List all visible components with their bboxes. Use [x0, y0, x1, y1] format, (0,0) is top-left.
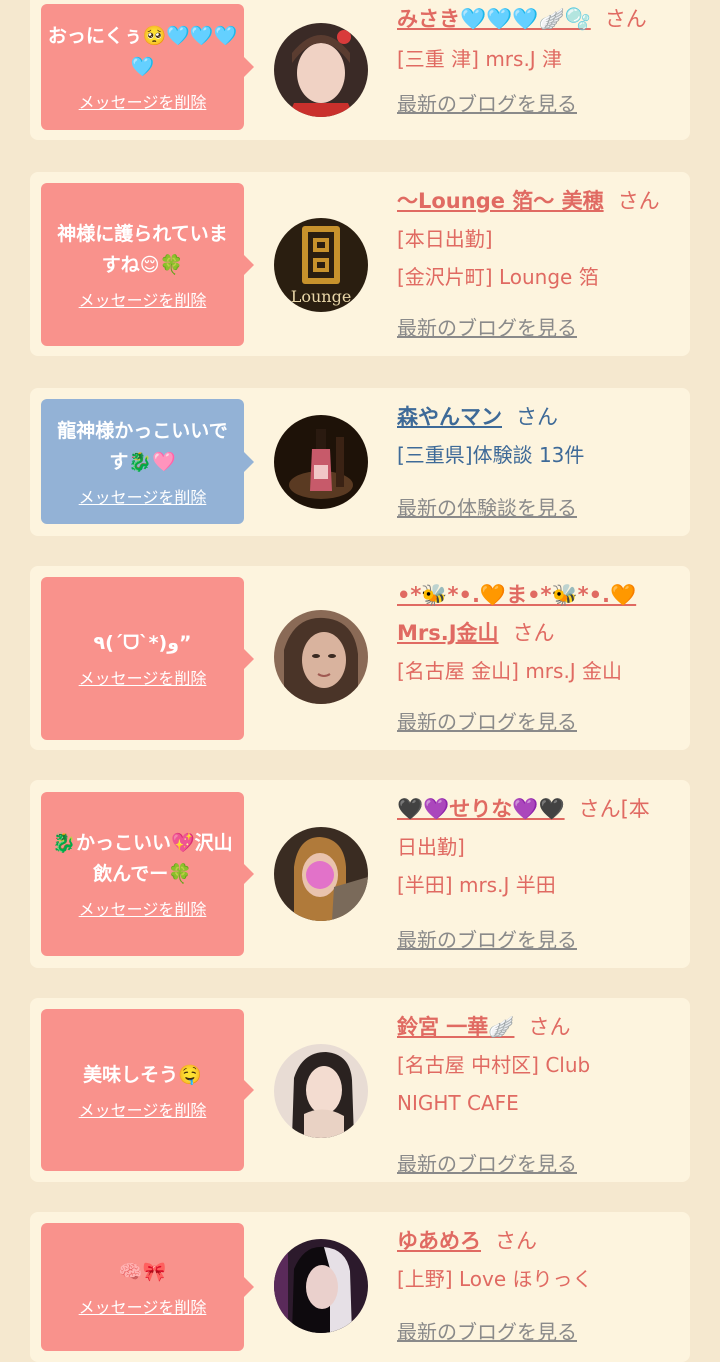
avatar[interactable]: Lounge	[274, 218, 368, 312]
latest-blog-link[interactable]: 最新のブログを見る	[397, 1316, 577, 1345]
delete-message-link[interactable]: メッセージを削除	[79, 665, 207, 689]
user-name-link[interactable]: 🖤💜せりな💜🖤	[397, 797, 565, 821]
card-info: 🖤💜せりな💜🖤 さん[本 日出勤] [半田] mrs.J 半田 最新のブログを見る	[397, 790, 687, 952]
avatar[interactable]	[274, 23, 368, 117]
user-name-link-continued[interactable]: Mrs.J金山	[397, 621, 499, 645]
message-bubble: 神様に護られていますね😌🍀 メッセージを削除	[41, 183, 254, 346]
latest-blog-link[interactable]: 最新のブログを見る	[397, 88, 577, 117]
name-line: 鈴宮 一華🪽 さん	[397, 1008, 687, 1046]
latest-blog-link[interactable]: 最新のブログを見る	[397, 706, 577, 735]
name-line: 〜Lounge 箔〜 美穂 さん	[397, 182, 687, 220]
name-line: 森やんマン さん	[397, 398, 687, 436]
message-text: 龍神様かっこいいです🐉🩷	[57, 419, 228, 473]
delete-message-link[interactable]: メッセージを削除	[79, 1097, 207, 1121]
message-bubble: おっにくぅ🥺🩵🩵🩵🩵 メッセージを削除	[41, 4, 254, 130]
card-info: 森やんマン さん [三重県]体験談 13件 最新の体験談を見る	[397, 398, 687, 520]
message-card: ٩(ˊᗜˋ*)و” メッセージを削除 •*🐝*•.🧡ま•*🐝*•.🧡 Mrs.J…	[30, 566, 690, 750]
delete-message-link[interactable]: メッセージを削除	[79, 484, 207, 508]
message-text: おっにくぅ🥺🩵🩵🩵🩵	[47, 25, 238, 78]
message-list: おっにくぅ🥺🩵🩵🩵🩵 メッセージを削除 みさき🩵🩵🩵🪽🫧 さん [三重 津] mr…	[0, 0, 720, 1362]
detail-line: [三重 津] mrs.J 津	[397, 47, 563, 71]
name-line: みさき🩵🩵🩵🪽🫧 さん	[397, 0, 687, 38]
message-bubble: 🧠🎀 メッセージを削除	[41, 1223, 254, 1351]
card-info: 鈴宮 一華🪽 さん [名古屋 中村区] Club NIGHT CAFE 最新のブロ…	[397, 1008, 687, 1176]
card-info: •*🐝*•.🧡ま•*🐝*•.🧡 Mrs.J金山 さん [名古屋 金山] mrs.J…	[397, 576, 687, 734]
message-text: 美味しそう🤤	[83, 1063, 202, 1086]
honorific: さん	[604, 7, 647, 31]
latest-blog-link[interactable]: 最新のブログを見る	[397, 312, 577, 341]
detail-line: [三重県]体験談 13件	[397, 443, 585, 467]
avatar[interactable]	[274, 827, 368, 921]
honorific: さん	[512, 621, 555, 645]
message-card: おっにくぅ🥺🩵🩵🩵🩵 メッセージを削除 みさき🩵🩵🩵🪽🫧 さん [三重 津] mr…	[30, 0, 690, 140]
honorific: さん	[495, 1229, 537, 1253]
detail-line: [金沢片町] Lounge 箔	[397, 265, 599, 289]
message-bubble: 美味しそう🤤 メッセージを削除	[41, 1009, 254, 1171]
user-name-link[interactable]: 鈴宮 一華🪽	[397, 1015, 514, 1039]
message-bubble: ٩(ˊᗜˋ*)و” メッセージを削除	[41, 577, 254, 740]
user-name-link[interactable]: みさき🩵🩵🩵🪽🫧	[397, 7, 591, 31]
card-info: みさき🩵🩵🩵🪽🫧 さん [三重 津] mrs.J 津 最新のブログを見る	[397, 0, 687, 116]
message-card: 神様に護られていますね😌🍀 メッセージを削除 Lounge 〜Lounge 箔〜…	[30, 172, 690, 356]
user-name-link[interactable]: 〜Lounge 箔〜 美穂	[397, 189, 604, 213]
message-card: 🐉かっこいい💖沢山飲んでー🍀 メッセージを削除 🖤💜せりな💜🖤 さん[本 日出勤]…	[30, 780, 690, 968]
latest-blog-link[interactable]: 最新のブログを見る	[397, 1148, 577, 1177]
card-info: 〜Lounge 箔〜 美穂 さん [本日出勤] [金沢片町] Lounge 箔 最…	[397, 182, 687, 340]
avatar[interactable]	[274, 1239, 368, 1333]
detail-line: [半田] mrs.J 半田	[397, 873, 556, 897]
avatar[interactable]	[274, 610, 368, 704]
latest-experience-link[interactable]: 最新の体験談を見る	[397, 492, 577, 521]
detail-line: NIGHT CAFE	[397, 1091, 519, 1115]
latest-blog-link[interactable]: 最新のブログを見る	[397, 924, 577, 953]
delete-message-link[interactable]: メッセージを削除	[79, 896, 207, 920]
message-card: 美味しそう🤤 メッセージを削除 鈴宮 一華🪽 さん [名古屋 中村区] Club …	[30, 998, 690, 1182]
detail-line: [本日出勤]	[397, 227, 493, 251]
message-bubble: 龍神様かっこいいです🐉🩷 メッセージを削除	[41, 399, 254, 524]
message-text: 🧠🎀	[118, 1260, 167, 1283]
avatar[interactable]	[274, 415, 368, 509]
user-name-link[interactable]: •*🐝*•.🧡ま•*🐝*•.🧡	[397, 583, 636, 607]
name-line: •*🐝*•.🧡ま•*🐝*•.🧡	[397, 576, 687, 614]
honorific: さん[本	[578, 797, 650, 821]
avatar[interactable]	[274, 1044, 368, 1138]
detail-line: [名古屋 金山] mrs.J 金山	[397, 659, 623, 683]
honorific: さん	[617, 189, 660, 213]
delete-message-link[interactable]: メッセージを削除	[79, 287, 207, 311]
honorific-continued: 日出勤]	[397, 835, 465, 859]
delete-message-link[interactable]: メッセージを削除	[79, 89, 207, 113]
honorific: さん	[516, 405, 558, 429]
card-info: ゆあめろ さん [上野] Love ほりっく 最新のブログを見る	[397, 1222, 687, 1344]
detail-line: [名古屋 中村区] Club	[397, 1053, 591, 1077]
user-name-link[interactable]: 森やんマン	[397, 405, 502, 429]
name-line: 🖤💜せりな💜🖤 さん[本	[397, 790, 687, 828]
message-bubble: 🐉かっこいい💖沢山飲んでー🍀 メッセージを削除	[41, 792, 254, 956]
message-text: ٩(ˊᗜˋ*)و”	[93, 632, 192, 654]
message-text: 🐉かっこいい💖沢山飲んでー🍀	[52, 832, 233, 885]
user-name-link[interactable]: ゆあめろ	[397, 1229, 481, 1253]
message-card: 🧠🎀 メッセージを削除 ゆあめろ さん [上野] Love ほりっく 最新のブログ…	[30, 1212, 690, 1362]
detail-line: [上野] Love ほりっく	[397, 1267, 593, 1291]
name-line: Mrs.J金山 さん	[397, 614, 687, 652]
message-card: 龍神様かっこいいです🐉🩷 メッセージを削除 森やんマン さん [三重県]体験談 1…	[30, 388, 690, 536]
svg-text:Lounge: Lounge	[291, 287, 352, 306]
delete-message-link[interactable]: メッセージを削除	[79, 1294, 207, 1318]
name-line: ゆあめろ さん	[397, 1222, 687, 1260]
message-text: 神様に護られていますね😌🍀	[57, 222, 228, 276]
honorific: さん	[528, 1015, 571, 1039]
